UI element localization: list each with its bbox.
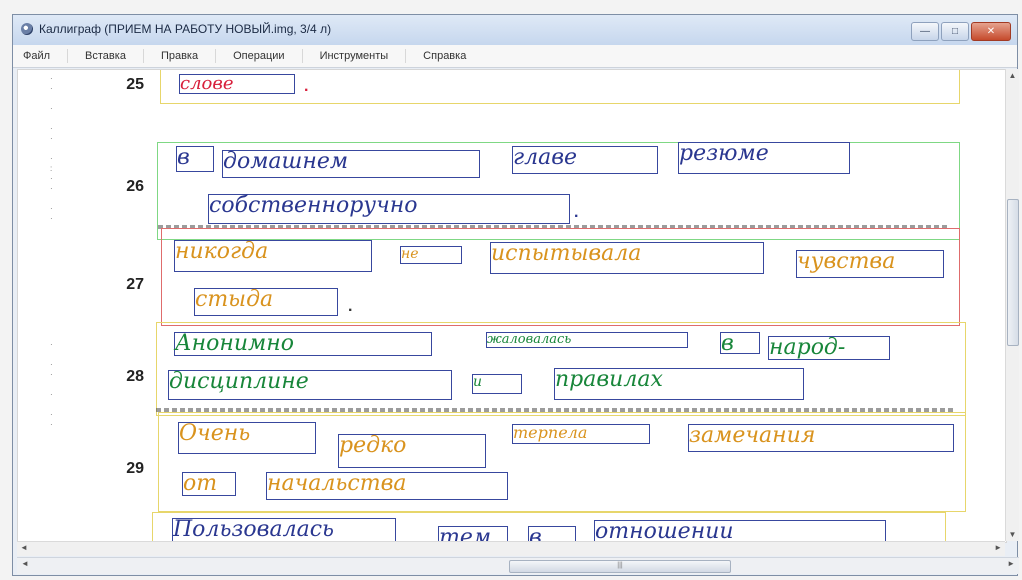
horizontal-scroll-thumb[interactable]: |||: [509, 560, 731, 573]
word-box[interactable]: замечания: [688, 424, 954, 452]
word-box[interactable]: резюме: [678, 142, 850, 174]
word-box[interactable]: главе: [512, 146, 658, 174]
line-number: 25: [126, 76, 144, 93]
word-box[interactable]: правилах: [554, 368, 804, 400]
period-mark: .: [348, 298, 353, 315]
title-bar[interactable]: Каллиграф (ПРИЕМ НА РАБОТУ НОВЫЙ.img, 3/…: [13, 15, 1017, 46]
word-box[interactable]: терпела: [512, 424, 650, 444]
scroll-right-icon[interactable]: ►: [994, 543, 1002, 552]
gutter-marks: · · · · · ·: [50, 340, 53, 429]
word-box[interactable]: домашнем: [222, 150, 480, 178]
app-window: Каллиграф (ПРИЕМ НА РАБОТУ НОВЫЙ.img, 3/…: [12, 14, 1019, 576]
menu-file[interactable]: Файл: [13, 49, 69, 63]
word-box[interactable]: редко: [338, 434, 486, 468]
menu-operations[interactable]: Операции: [216, 49, 303, 63]
word-box[interactable]: стыда: [194, 288, 338, 316]
vertical-scrollbar[interactable]: ▲ ▼: [1005, 69, 1019, 541]
word-box[interactable]: Анонимно: [174, 332, 432, 356]
scroll-right-icon[interactable]: ►: [1007, 559, 1015, 568]
menu-insert[interactable]: Вставка: [68, 49, 144, 63]
word-box[interactable]: испытывала: [490, 242, 764, 274]
word-box[interactable]: собственноручно: [208, 194, 570, 224]
word-box[interactable]: Очень: [178, 422, 316, 454]
window-controls: — □ ✕: [911, 22, 1011, 41]
word-box[interactable]: жаловалась: [486, 332, 688, 348]
close-button[interactable]: ✕: [971, 22, 1011, 41]
word-box[interactable]: отношении: [594, 520, 886, 542]
word-box[interactable]: и: [472, 374, 522, 394]
word-box[interactable]: народ-: [768, 336, 890, 360]
menu-edit[interactable]: Правка: [144, 49, 217, 63]
minimize-button[interactable]: —: [911, 22, 939, 41]
vertical-scroll-thumb[interactable]: [1007, 199, 1019, 346]
menu-tools[interactable]: Инструменты: [303, 49, 407, 63]
word-box[interactable]: никогда: [174, 240, 372, 272]
scroll-up-icon[interactable]: ▲: [1007, 71, 1018, 80]
document-canvas[interactable]: · · · · · ·: · · · · · · · · · · 25 слове . 26 в домаш…: [17, 69, 1007, 543]
word-box[interactable]: от: [182, 472, 236, 496]
line-number: 29: [126, 460, 144, 477]
period-mark: .: [574, 204, 579, 221]
word-box[interactable]: чувства: [796, 250, 944, 278]
word-box[interactable]: слове: [179, 74, 295, 94]
menu-bar: Файл Вставка Правка Операции Инструменты…: [13, 45, 1017, 68]
word-box[interactable]: начальства: [266, 472, 508, 500]
line-number: 28: [126, 368, 144, 385]
word-box[interactable]: в: [176, 146, 214, 172]
line-number: 26: [126, 178, 144, 195]
horizontal-scrollbar[interactable]: ◄ ||| ►: [17, 557, 1019, 574]
scroll-down-icon[interactable]: ▼: [1007, 530, 1018, 539]
word-box[interactable]: Пользовалась: [172, 518, 396, 542]
menu-help[interactable]: Справка: [406, 49, 483, 63]
scroll-left-icon[interactable]: ◄: [20, 543, 28, 552]
word-box[interactable]: дисциплине: [168, 370, 452, 400]
period-mark: .: [304, 78, 309, 95]
app-icon: [21, 23, 33, 35]
scroll-left-icon[interactable]: ◄: [21, 559, 29, 568]
maximize-button[interactable]: □: [941, 22, 969, 41]
line-number: 27: [126, 276, 144, 293]
window-title: Каллиграф (ПРИЕМ НА РАБОТУ НОВЫЙ.img, 3/…: [39, 22, 332, 36]
inner-horizontal-scrollbar[interactable]: ◄ ►: [17, 541, 1005, 556]
word-box[interactable]: в: [720, 332, 760, 355]
gutter-marks: · · · · · ·: · · · ·: [50, 74, 53, 223]
word-box[interactable]: не: [400, 246, 462, 264]
